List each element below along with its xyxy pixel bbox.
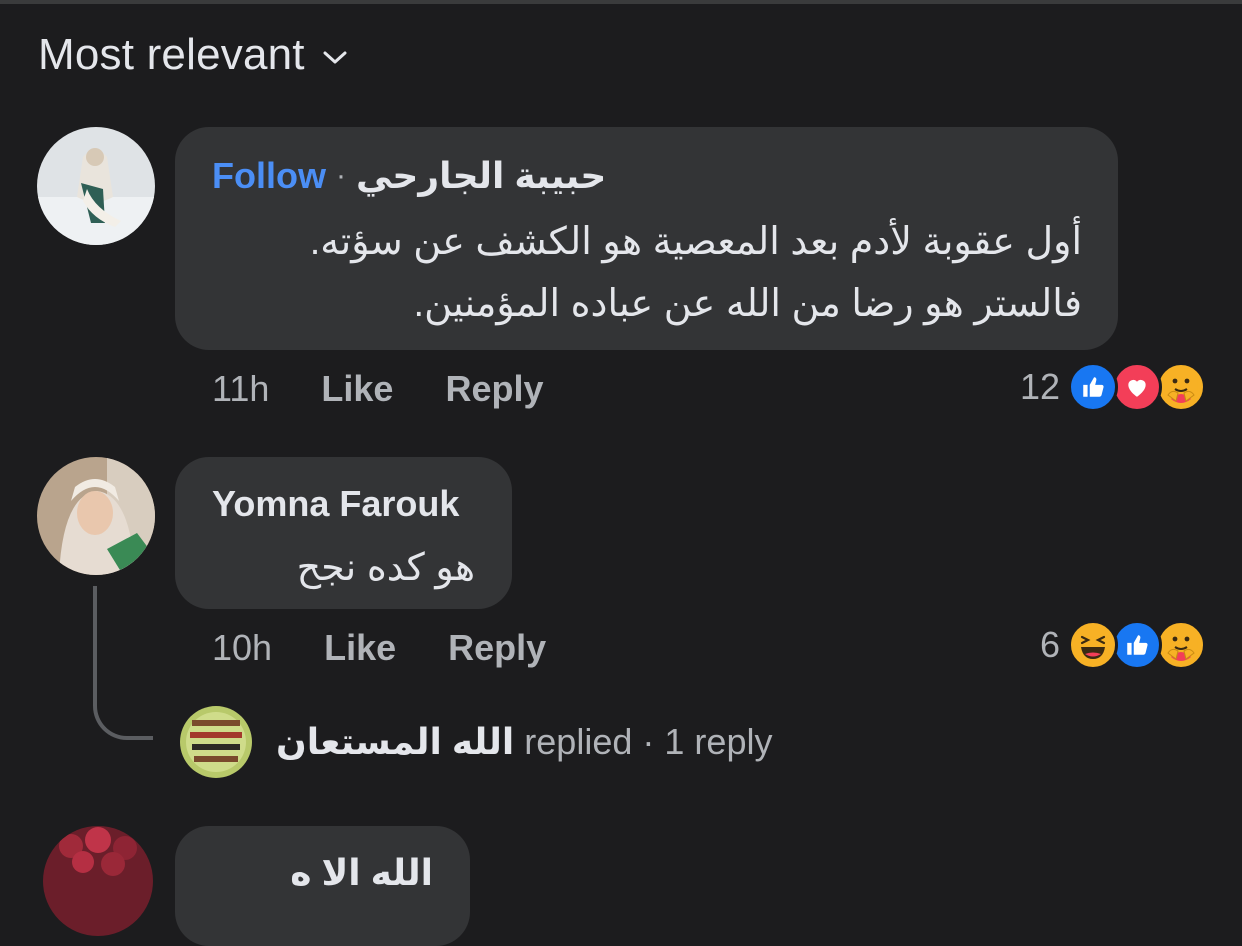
reaction-summary[interactable]: 6 [1040, 620, 1206, 670]
comment-bubble: الله الا ه [175, 826, 470, 946]
comment-time[interactable]: 10h [212, 627, 272, 669]
reply-avatar [180, 706, 252, 778]
comment-actions: 11h Like Reply [212, 368, 544, 410]
care-icon [1156, 362, 1206, 412]
separator-dot: · [642, 721, 655, 762]
chevron-down-icon [323, 51, 347, 64]
like-icon [1068, 362, 1118, 412]
like-icon [1112, 620, 1162, 670]
replies-summary: الله المستعان replied · 1 reply [276, 721, 772, 763]
follow-button[interactable]: Follow [212, 155, 326, 197]
replied-verb: replied [524, 721, 633, 762]
view-replies-link[interactable]: الله المستعان replied · 1 reply [180, 706, 772, 778]
reaction-count: 12 [1019, 366, 1060, 407]
reaction-summary[interactable]: 12 [1020, 362, 1206, 412]
sort-dropdown[interactable]: Most relevant [38, 30, 347, 80]
comment-author[interactable]: الله الا ه [290, 852, 433, 893]
love-icon [1112, 362, 1162, 412]
comment-text-line: هو كده نجح [296, 547, 475, 589]
sort-label: Most relevant [38, 30, 305, 79]
thread-connector [93, 586, 153, 740]
reply-button[interactable]: Reply [448, 627, 546, 669]
haha-icon [1068, 620, 1118, 670]
reply-button[interactable]: Reply [445, 368, 543, 410]
comment-actions: 10h Like Reply [212, 627, 546, 669]
like-button[interactable]: Like [324, 627, 396, 669]
reply-count: 1 reply [664, 721, 773, 762]
separator-dot: · [335, 159, 346, 192]
avatar[interactable] [37, 457, 155, 575]
comment-bubble: Follow · حبيبة الجارحي أول عقوبة لأدم بع… [175, 127, 1118, 350]
care-icon [1156, 620, 1206, 670]
reaction-count: 6 [1039, 624, 1060, 665]
comment-author[interactable]: Yomna Farouk [212, 483, 459, 524]
top-divider [0, 0, 1242, 4]
comment-text-line: فالستر هو رضا من الله عن عباده المؤمنين. [413, 283, 1082, 325]
avatar[interactable] [43, 826, 153, 936]
reply-author: الله المستعان [276, 721, 515, 762]
comment-time[interactable]: 11h [212, 368, 269, 410]
like-button[interactable]: Like [321, 368, 393, 410]
comment-bubble: Yomna Farouk هو كده نجح [175, 457, 512, 609]
avatar[interactable] [37, 127, 155, 245]
comment-text-line: أول عقوبة لأدم بعد المعصية هو الكشف عن س… [309, 221, 1082, 263]
comment-author[interactable]: حبيبة الجارحي [356, 155, 606, 197]
